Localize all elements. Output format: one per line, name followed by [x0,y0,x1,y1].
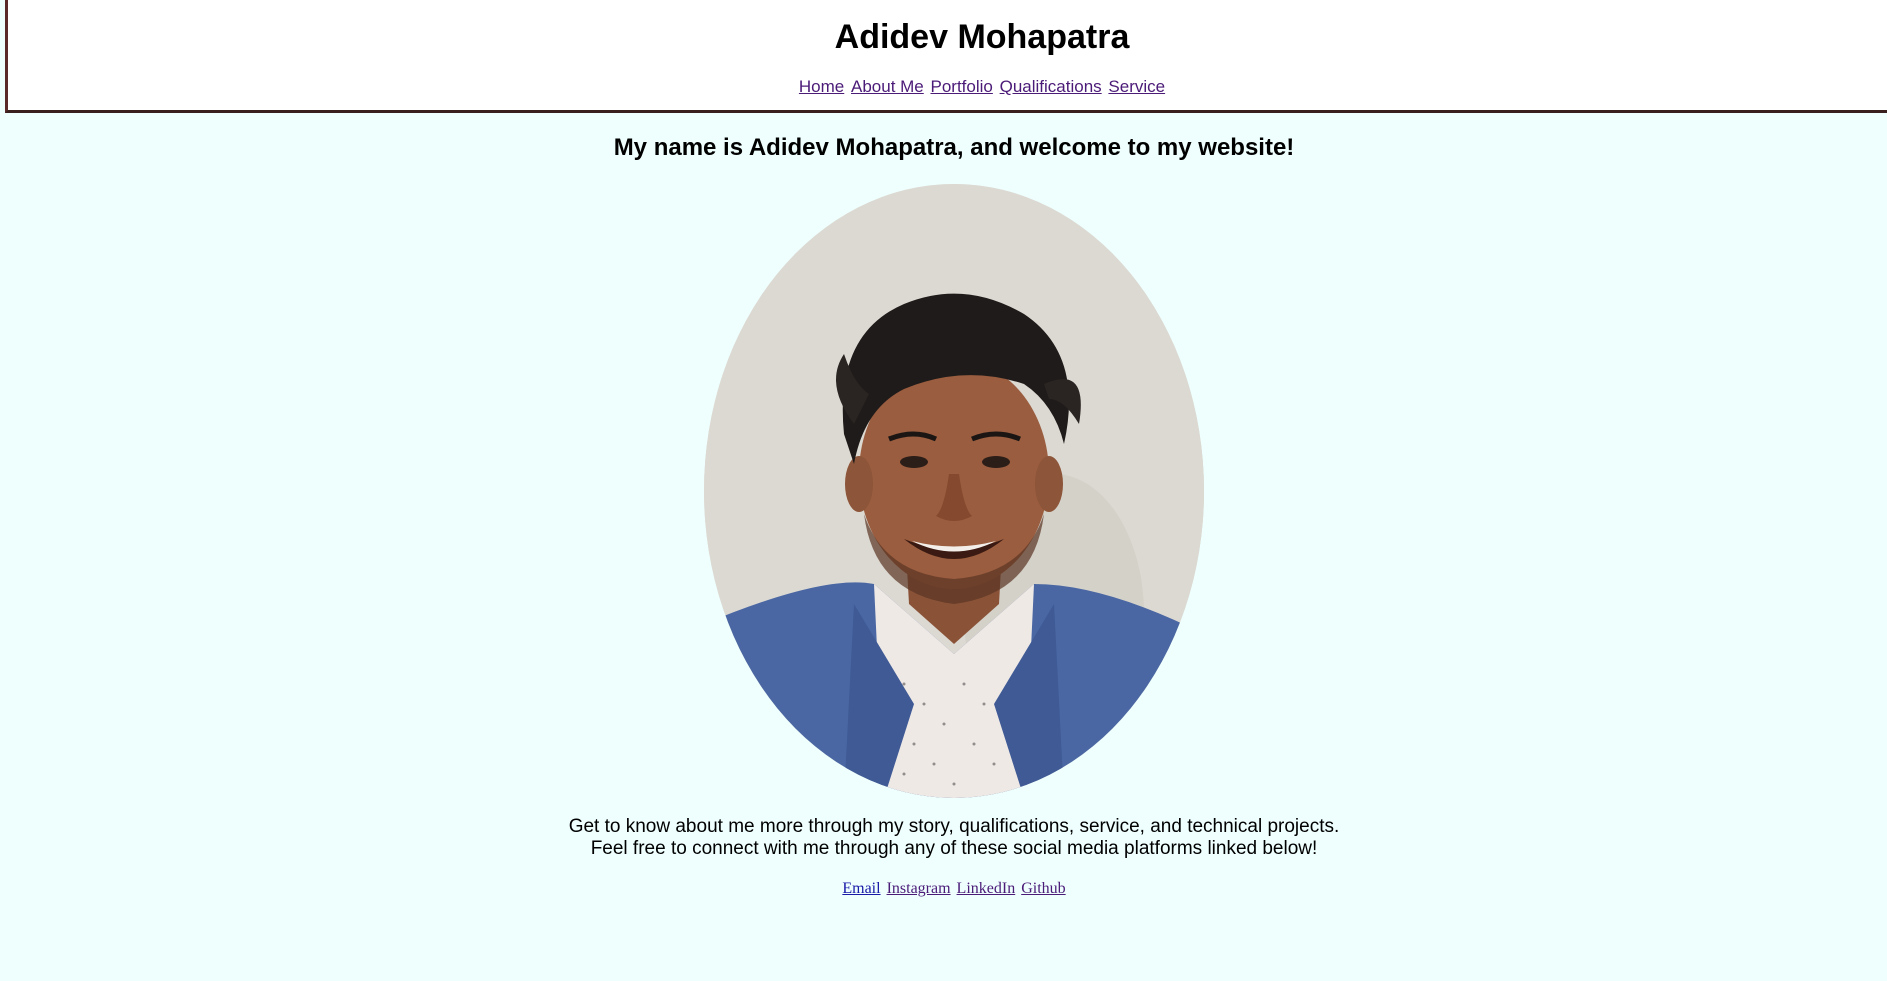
social-link-email[interactable]: Email [842,880,880,897]
site-title: Adidev Mohapatra [834,18,1130,56]
welcome-heading: My name is Adidev Mohapatra, and welcome… [613,134,1295,161]
profile-photo [704,184,1204,798]
nav-link-portfolio[interactable]: Portfolio [931,77,993,96]
social-link-linkedin[interactable]: LinkedIn [957,880,1016,897]
main-nav: Home About Me Portfolio Qualifications S… [8,77,1887,97]
nav-link-home[interactable]: Home [799,77,844,96]
social-links: Email Instagram LinkedIn Github [0,880,1887,898]
social-link-instagram[interactable]: Instagram [887,880,951,897]
social-link-github[interactable]: Github [1021,880,1065,897]
site-header: Adidev Mohapatra Home About Me Portfolio… [5,0,1887,113]
intro-line-2: Feel free to connect with me through any… [590,838,1318,859]
intro-line-1: Get to know about me more through my sto… [568,816,1340,837]
nav-link-about-me[interactable]: About Me [851,77,924,96]
nav-link-service[interactable]: Service [1108,77,1165,96]
intro-text: Get to know about me more through my sto… [0,816,1887,860]
nav-link-qualifications[interactable]: Qualifications [1000,77,1102,96]
